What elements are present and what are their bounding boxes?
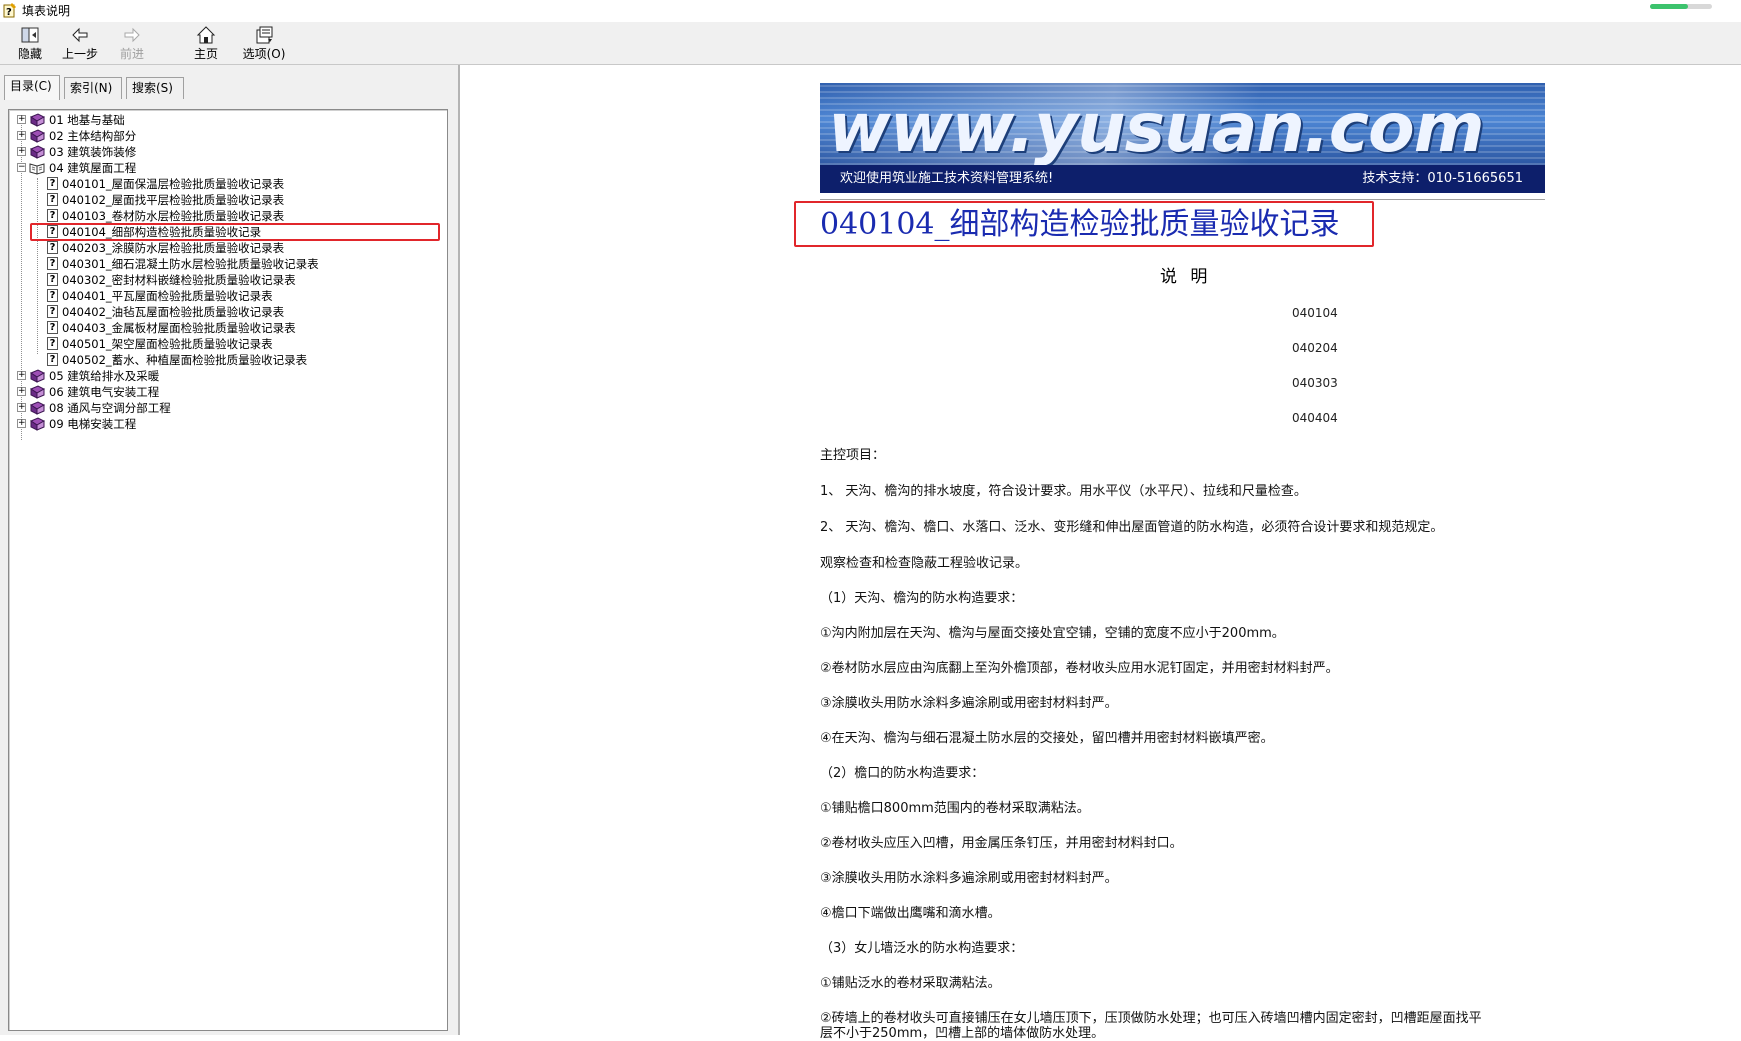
paragraph: ④在天沟、檐沟与细石混凝土防水层的交接处，留凹槽并用密封材料嵌填严密。	[820, 731, 1274, 746]
book-icon	[29, 417, 45, 431]
tab-search[interactable]: 搜索(S)	[126, 77, 184, 99]
support-text: 技术支持：010-51665651	[1362, 171, 1523, 186]
help-page-icon: ?	[47, 321, 58, 334]
tree-node-05[interactable]: + 05 建筑给排水及采暖	[9, 368, 439, 384]
tree-leaf[interactable]: ? 040301_细石混凝土防水层检验批质量验收记录表	[9, 256, 439, 272]
navigation-pane: 目录(C) 索引(N) 搜索(S) + 01 地基与基础 + 02 主体结构部分…	[0, 65, 460, 1035]
forward-button[interactable]: 前进	[104, 25, 160, 63]
back-arrow-icon	[72, 27, 88, 43]
code-line: 040303	[1292, 376, 1338, 390]
options-button[interactable]: 选项(O)	[236, 25, 292, 63]
expand-icon[interactable]: +	[17, 371, 26, 380]
tree-leaf[interactable]: ? 040401_平瓦屋面检验批质量验收记录表	[9, 288, 439, 304]
banner-image: www.yusuan.com	[820, 83, 1545, 168]
help-page-icon: ?	[47, 193, 58, 206]
window-title: 填表说明	[22, 4, 71, 18]
tree-leaf[interactable]: ? 040302_密封材料嵌缝检验批质量验收记录表	[9, 272, 439, 288]
paragraph: （2）檐口的防水构造要求：	[820, 766, 985, 781]
help-page-icon: ?	[47, 289, 58, 302]
paragraph: ①铺贴檐口800mm范围内的卷材采取满粘法。	[820, 801, 1090, 816]
expand-icon[interactable]: +	[17, 115, 26, 124]
tab-index[interactable]: 索引(N)	[64, 77, 122, 99]
collapse-icon[interactable]: −	[17, 163, 26, 172]
title-bar: ? 填表说明	[0, 0, 1741, 23]
book-icon	[29, 385, 45, 399]
paragraph: （3）女儿墙泛水的防水构造要求：	[820, 941, 1024, 956]
paragraph: ③涂膜收头用防水涂料多遍涂刷或用密封材料封严。	[820, 871, 1118, 886]
tree-leaf[interactable]: ? 040203_涂膜防水层检验批质量验收记录表	[9, 240, 439, 256]
expand-icon[interactable]: +	[17, 147, 26, 156]
back-button[interactable]: 上一步	[52, 25, 108, 63]
hide-pane-icon	[21, 27, 39, 43]
paragraph: 1、 天沟、檐沟的排水坡度，符合设计要求。用水平仪（水平尺）、拉线和尺量检查。	[820, 484, 1307, 499]
tree-node-03[interactable]: + 03 建筑装饰装修	[9, 144, 439, 160]
paragraph: 层不小于250mm，凹槽上部的墙体做防水处理。	[820, 1026, 1105, 1041]
welcome-text: 欢迎使用筑业施工技术资料管理系统!	[840, 171, 1054, 186]
title-highlight-box	[794, 201, 1374, 247]
help-page-icon: ?	[47, 273, 58, 286]
paragraph: 主控项目：	[820, 448, 886, 463]
forward-arrow-icon	[124, 27, 140, 43]
paragraph: ①沟内附加层在天沟、檐沟与屋面交接处宜空铺，空铺的宽度不应小于200mm。	[820, 626, 1285, 641]
help-page-icon: ?	[47, 305, 58, 318]
tree-node-02[interactable]: + 02 主体结构部分	[9, 128, 439, 144]
options-icon	[256, 26, 273, 44]
tree-leaf[interactable]: ? 040402_油毡瓦屋面检验批质量验收记录表	[9, 304, 439, 320]
expand-icon[interactable]: +	[17, 403, 26, 412]
section-heading: 说 明	[1160, 267, 1212, 287]
toolbar: 隐藏 上一步 前进 主页 选项(O)	[0, 22, 1741, 65]
home-button[interactable]: 主页	[178, 25, 234, 63]
help-page-icon: ?	[47, 257, 58, 270]
home-icon	[196, 26, 216, 44]
paragraph: ①铺贴泛水的卷材采取满粘法。	[820, 976, 1001, 991]
expand-icon[interactable]: +	[17, 387, 26, 396]
expand-icon[interactable]: +	[17, 419, 26, 428]
book-icon	[29, 145, 45, 159]
help-page-icon: ?	[47, 353, 58, 366]
tree-leaf[interactable]: ? 040501_架空屋面检验批质量验收记录表	[9, 336, 439, 352]
expand-icon[interactable]: +	[17, 131, 26, 140]
help-app-icon: ?	[3, 3, 16, 18]
help-page-icon: ?	[47, 241, 58, 254]
tree-leaf[interactable]: ? 040101_屋面保温层检验批质量验收记录表	[9, 176, 439, 192]
svg-text:?: ?	[6, 7, 12, 18]
paragraph: 2、 天沟、檐沟、檐口、水落口、泛水、变形缝和伸出屋面管道的防水构造，必须符合设…	[820, 520, 1444, 535]
paragraph: （1）天沟、檐沟的防水构造要求：	[820, 591, 1024, 606]
contents-tree[interactable]: + 01 地基与基础 + 02 主体结构部分 + 03 建筑装饰装修 − 04 …	[8, 109, 448, 1031]
tree-node-01[interactable]: + 01 地基与基础	[9, 112, 439, 128]
book-icon	[29, 129, 45, 143]
help-page-icon: ?	[47, 337, 58, 350]
site-banner: www.yusuan.com 欢迎使用筑业施工技术资料管理系统! 技术支持：01…	[820, 83, 1545, 193]
paragraph: ②卷材防水层应由沟底翻上至沟外檐顶部，卷材收头应用水泥钉固定，并用密封材料封严。	[820, 661, 1339, 676]
tree-leaf[interactable]: ? 040502_蓄水、种植屋面检验批质量验收记录表	[9, 352, 439, 368]
book-icon	[29, 369, 45, 383]
banner-logo: www.yusuan.com	[828, 89, 1485, 168]
book-icon	[29, 113, 45, 127]
help-page-icon: ?	[47, 209, 58, 222]
paragraph: ③涂膜收头用防水涂料多遍涂刷或用密封材料封严。	[820, 696, 1118, 711]
code-line: 040404	[1292, 411, 1338, 425]
book-icon	[29, 401, 45, 415]
tree-leaf[interactable]: ? 040403_金属板材屋面检验批质量验收记录表	[9, 320, 439, 336]
hide-button[interactable]: 隐藏	[2, 25, 58, 63]
tree-node-04[interactable]: − 04 建筑屋面工程	[9, 160, 439, 176]
open-book-icon	[29, 163, 45, 175]
tree-node-08[interactable]: + 08 通风与空调分部工程	[9, 400, 439, 416]
tree-leaf[interactable]: ? 040102_屋面找平层检验批质量验收记录表	[9, 192, 439, 208]
tree-node-06[interactable]: + 06 建筑电气安装工程	[9, 384, 439, 400]
code-line: 040104	[1292, 306, 1338, 320]
selected-item-highlight-box	[30, 223, 440, 241]
tree-node-09[interactable]: + 09 电梯安装工程	[9, 416, 439, 432]
tab-contents[interactable]: 目录(C)	[4, 75, 60, 100]
banner-bar: 欢迎使用筑业施工技术资料管理系统! 技术支持：010-51665651	[820, 165, 1545, 193]
paragraph: ②卷材收头应压入凹槽，用金属压条钉压，并用密封材料封口。	[820, 836, 1183, 851]
divider	[820, 199, 1545, 200]
paragraph: 观察检查和检查隐蔽工程验收记录。	[820, 556, 1029, 571]
help-page-icon: ?	[47, 177, 58, 190]
tree-leaf[interactable]: ? 040103_卷材防水层检验批质量验收记录表	[9, 208, 439, 224]
paragraph: ④檐口下端做出鹰嘴和滴水槽。	[820, 906, 1001, 921]
code-line: 040204	[1292, 341, 1338, 355]
window-progress-indicator	[1650, 4, 1712, 9]
